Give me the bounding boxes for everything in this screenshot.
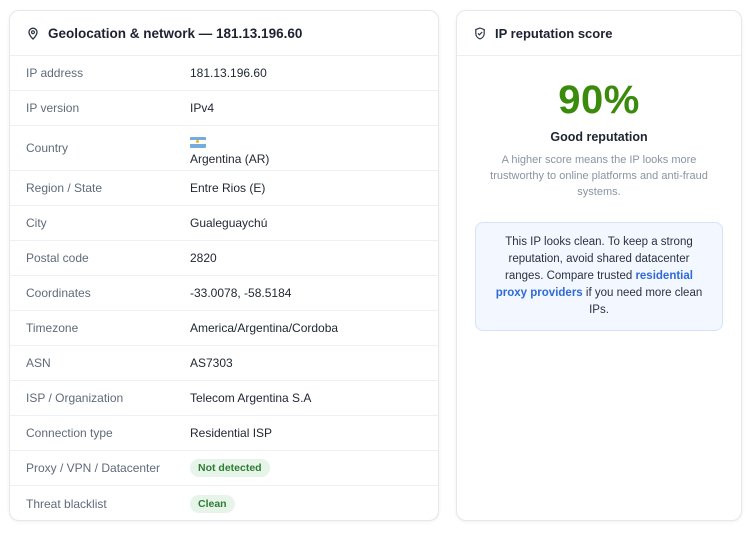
row-label: ISP / Organization [26,391,124,405]
row-label: City [26,216,47,230]
geolocation-card: Geolocation & network — 181.13.196.60 IP… [9,10,439,521]
row-label: ASN [26,356,51,370]
reputation-label: Good reputation [550,130,648,144]
row-value: America/Argentina/Cordoba [190,321,339,335]
reputation-card-header: IP reputation score [457,11,741,56]
row-value: Residential ISP [190,426,273,440]
table-row: IP version IPv4 [10,91,438,126]
table-row: City Gualeguaychú [10,206,438,241]
table-row: Proxy / VPN / Datacenter Not detected [10,451,438,486]
geolocation-card-header: Geolocation & network — 181.13.196.60 [10,11,438,56]
table-row: ISP / Organization Telecom Argentina S.A [10,381,438,416]
table-row: ASN AS7303 [10,346,438,381]
reputation-description: A higher score means the IP looks more t… [490,154,708,198]
row-value: -33.0078, -58.5184 [190,286,292,300]
row-value: 2820 [190,251,217,265]
row-value: Entre Rios (E) [190,181,266,195]
geolocation-table: IP address 181.13.196.60 IP version IPv4… [10,56,438,520]
table-row: Connection type Residential ISP [10,416,438,451]
row-label: Timezone [26,321,79,335]
row-label: Postal code [26,251,89,265]
row-label: Threat blacklist [26,496,107,511]
geolocation-card-title: Geolocation & network — 181.13.196.60 [48,25,303,41]
row-label: Coordinates [26,286,91,300]
row-label: Proxy / VPN / Datacenter [26,461,161,475]
table-row: IP address 181.13.196.60 [10,56,438,91]
table-row: Timezone America/Argentina/Cordoba [10,311,438,346]
country-name: Argentina (AR) [190,151,270,166]
row-label: Region / State [26,181,103,195]
reputation-card: IP reputation score 90% Good reputation … [456,10,742,521]
row-label: IP address [26,66,84,80]
shield-check-icon [473,26,487,40]
tip-text-after: if you need more clean IPs. [582,287,703,316]
row-label: IP version [26,101,80,115]
row-value: Telecom Argentina S.A [190,391,312,405]
row-value: AS7303 [190,356,233,370]
status-badge: Clean [190,494,235,513]
row-value: 181.13.196.60 [190,66,267,80]
country-value: Argentina (AR) [190,131,269,166]
reputation-card-title: IP reputation score [495,25,613,41]
row-value: IPv4 [190,101,215,115]
reputation-tip-box: This IP looks clean. To keep a strong re… [475,222,723,331]
table-row: Country Argentina (AR) [10,126,438,171]
table-row: Threat blacklist Clean [10,486,438,520]
table-row: Postal code 2820 [10,241,438,276]
row-label: Connection type [26,426,113,440]
score-section: 90% Good reputation A higher score means… [457,56,741,200]
argentina-flag-icon [190,136,206,148]
row-label: Country [26,141,69,155]
reputation-score: 90% [558,78,640,122]
table-row: Coordinates -33.0078, -58.5184 [10,276,438,311]
proxy-status-value: Not detected [190,459,270,477]
blacklist-status-value: Clean [190,494,235,513]
row-value: Gualeguaychú [190,216,268,230]
location-pin-icon [26,26,40,40]
status-badge: Not detected [190,459,270,477]
table-row: Region / State Entre Rios (E) [10,171,438,206]
